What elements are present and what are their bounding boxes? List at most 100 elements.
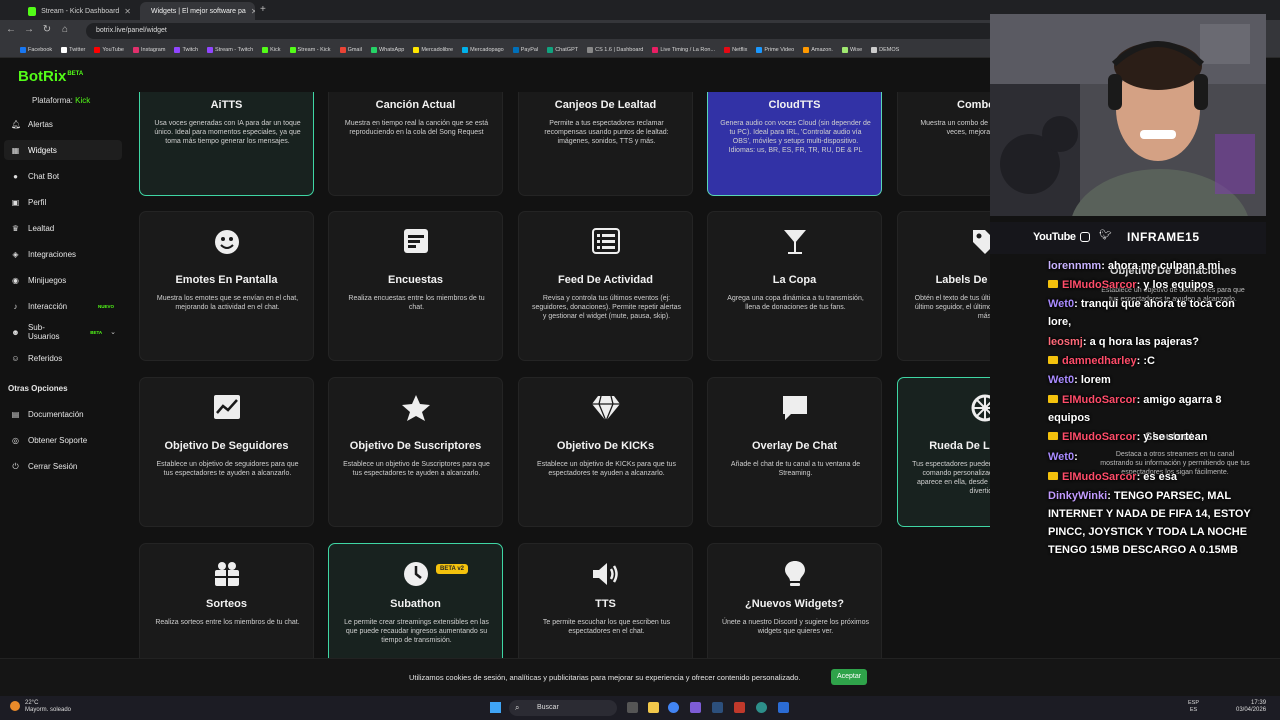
chat-username: damnedharley <box>1062 355 1137 367</box>
crown-icon <box>1048 432 1058 440</box>
windows-start-icon[interactable] <box>490 702 501 713</box>
chat-message: damnedharley: :C <box>1048 355 1155 367</box>
forward-icon[interactable]: → <box>22 24 36 35</box>
sidebar-item-minijuegos[interactable]: ◉ Minijuegos <box>4 270 122 290</box>
widget-card-overlay-de-chat[interactable]: Overlay De Chat Añade el chat de tu canal… <box>707 377 882 527</box>
widget-card-canjeos-de-lealtad[interactable]: Canjeos De Lealtad Permite a tus espectad… <box>518 92 693 196</box>
widget-card-subathon[interactable]: Subathon Le permite crear streamings exte… <box>328 543 503 658</box>
sidebar-item-integraciones[interactable]: ◈ Integraciones <box>4 244 122 264</box>
steam-icon[interactable] <box>712 702 723 713</box>
diamond-icon <box>519 394 692 422</box>
widget-card-objetivo-de-seguidores[interactable]: Objetivo De Seguidores Establece un objet… <box>139 377 314 527</box>
bookmark-item[interactable]: ChatGPT <box>547 46 578 53</box>
sidebar-item-sub-usuarios[interactable]: ☻ Sub-Usuarios BETA ⌄ <box>4 322 122 342</box>
app-icon[interactable] <box>734 702 745 713</box>
bookmark-item[interactable]: WhatsApp <box>370 46 405 53</box>
bookmark-item[interactable]: Mercadopago <box>462 46 504 53</box>
widget-card-feed-de-actividad[interactable]: Feed De Actividad Revisa y controla tus ú… <box>518 211 693 361</box>
language-indicator[interactable]: ESP ES <box>1188 700 1199 714</box>
bookmark-item[interactable]: Wise <box>841 46 862 53</box>
bookmark-item[interactable]: Live Timing / La Ron... <box>652 46 715 53</box>
bookmark-label: Prime Video <box>764 46 795 53</box>
widget-card-objetivo-de-kicks[interactable]: Objetivo De KICKs Establece un objetivo d… <box>518 377 693 527</box>
home-icon[interactable]: ⌂ <box>58 24 72 35</box>
back-icon[interactable]: ← <box>4 24 18 35</box>
bookmark-item[interactable]: Stream - Twitch <box>207 46 253 53</box>
sidebar-item-chat-bot[interactable]: ● Chat Bot <box>4 166 122 186</box>
taskbar <box>0 696 1280 720</box>
browser-tab[interactable]: Stream - Kick Dashboard ✕ <box>22 2 137 20</box>
logo[interactable]: BotRixBETA <box>18 68 83 85</box>
bookmark-item[interactable]: Amazon. <box>803 46 833 53</box>
chrome-icon[interactable] <box>668 702 679 713</box>
widget-card-emotes-en-pantalla[interactable]: Emotes En Pantalla Muestra los emotes que… <box>139 211 314 361</box>
bookmark-label: WhatsApp <box>378 46 405 53</box>
sidebar-item-interacci-n[interactable]: ♪ Interacción NUEVO <box>4 296 122 316</box>
widget-card-sorteos[interactable]: Sorteos Realiza sorteos entre los miembro… <box>139 543 314 658</box>
widget-card-canci-n-actual[interactable]: Canción Actual Muestra en tiempo real la … <box>328 92 503 196</box>
sidebar-item-lealtad[interactable]: ♛ Lealtad <box>4 218 122 238</box>
taskbar-search[interactable]: Buscar <box>509 700 617 716</box>
sidebar-item-referidos[interactable]: ☺ Referidos <box>4 348 122 368</box>
bookmark-favicon-icon <box>841 46 848 53</box>
bookmark-label: Twitter <box>69 46 86 53</box>
bookmark-item[interactable]: Kick <box>262 46 281 53</box>
bookmark-item[interactable]: Netflix <box>724 46 747 53</box>
sidebar-item-widgets[interactable]: ▦ Widgets <box>4 140 122 160</box>
bookmark-item[interactable]: Prime Video <box>756 46 795 53</box>
widget-card-rueda-de-la-fortuna[interactable]: Rueda De La Fortuna Tus espectadores pued… <box>897 377 990 527</box>
sidebar-item-perfil[interactable]: ▣ Perfil <box>4 192 122 212</box>
bookmark-item[interactable]: Facebook <box>20 46 52 53</box>
beta-badge: BETA v2 <box>436 564 469 574</box>
accept-cookies-button[interactable]: Aceptar <box>831 669 867 685</box>
chat-username: ElMudoSarcor <box>1062 394 1137 406</box>
chat-message: Wet0: <box>1048 451 1078 463</box>
app-icon[interactable] <box>690 702 701 713</box>
close-icon[interactable]: ✕ <box>124 7 131 16</box>
twitter-icon: 🐦︎ <box>1099 230 1112 241</box>
sidebar-item-obtener-soporte[interactable]: ◎ Obtener Soporte <box>4 430 122 450</box>
bookmark-item[interactable]: PayPal <box>512 46 538 53</box>
widget-card-tts[interactable]: TTS Te permite escuchar los que escriben … <box>518 543 693 658</box>
widget-card-nuevos-widgets[interactable]: ¿Nuevos Widgets? Únete a nuestro Discord … <box>707 543 882 658</box>
url-field[interactable]: botrix.live/panel/widget <box>86 23 996 39</box>
sidebar-item-alertas[interactable]: 🔔︎ Alertas <box>4 114 122 134</box>
gamepad-icon: ◉ <box>12 275 19 285</box>
bookmark-item[interactable]: Stream - Kick <box>289 46 331 53</box>
bookmark-item[interactable]: Twitch <box>174 46 198 53</box>
bookmark-item[interactable]: Instagram <box>132 46 165 53</box>
widget-card-aitts[interactable]: AiTTS Usa voces generadas con IA para dar… <box>139 92 314 196</box>
browser-tab-active[interactable]: Widgets | El mejor software pa ✕ <box>140 2 255 20</box>
emoji-icon <box>140 228 313 256</box>
file-explorer-icon[interactable] <box>648 702 659 713</box>
new-tab-icon[interactable]: + <box>260 4 266 15</box>
bookmark-item[interactable]: YouTube <box>94 46 124 53</box>
close-icon[interactable]: ✕ <box>251 7 255 16</box>
widget-card-la-copa[interactable]: La Copa Agrega una copa dinámica a tu tra… <box>707 211 882 361</box>
chat-text: lore, <box>1048 316 1072 328</box>
widget-card-cloudtts[interactable]: CloudTTS Genera audio con voces Cloud (si… <box>707 92 882 196</box>
widget-card-encuestas[interactable]: Encuestas Realiza encuestas entre los mie… <box>328 211 503 361</box>
widget-card-combo-de[interactable]: Combo De Muestra un combo de un mismo emo… <box>897 92 990 196</box>
sidebar-item-cerrar-sesi-n[interactable]: ⏻ Cerrar Sesión <box>4 456 122 476</box>
chat-username: leosmj <box>1048 336 1083 348</box>
widget-card-objetivo-de-suscriptores[interactable]: Objetivo De Suscriptores Establece un obj… <box>328 377 503 527</box>
reload-icon[interactable]: ↻ <box>40 24 54 35</box>
bookmark-item[interactable]: Twitter <box>61 46 86 53</box>
clock[interactable]: 17:39 03/04/2026 <box>1236 700 1266 714</box>
bookmark-item[interactable]: Gmail <box>339 46 362 53</box>
weather-widget[interactable]: 22°C Mayorm. soleado <box>25 700 71 714</box>
sidebar-item-documentaci-n[interactable]: ▤ Documentación <box>4 404 122 424</box>
bookmark-item[interactable]: CS 1.6 | Dashboard <box>587 46 643 53</box>
bookmark-item[interactable]: Mercadolibre <box>413 46 453 53</box>
chevron-down-icon[interactable]: ⌄ <box>110 328 116 336</box>
logo-text: BotRix <box>18 68 67 85</box>
bookmark-favicon-icon <box>94 46 101 53</box>
task-view-icon[interactable] <box>627 702 638 713</box>
bookmark-item[interactable]: DEMOS <box>871 46 899 53</box>
app-icon[interactable] <box>778 702 789 713</box>
widget-card-labels-de-eventos[interactable]: Labels De Eventos Obtén el texto de tus ú… <box>897 211 990 361</box>
new-badge: NUEVO <box>97 303 114 309</box>
activity-feed-icon <box>519 228 692 256</box>
edge-icon[interactable] <box>756 702 767 713</box>
